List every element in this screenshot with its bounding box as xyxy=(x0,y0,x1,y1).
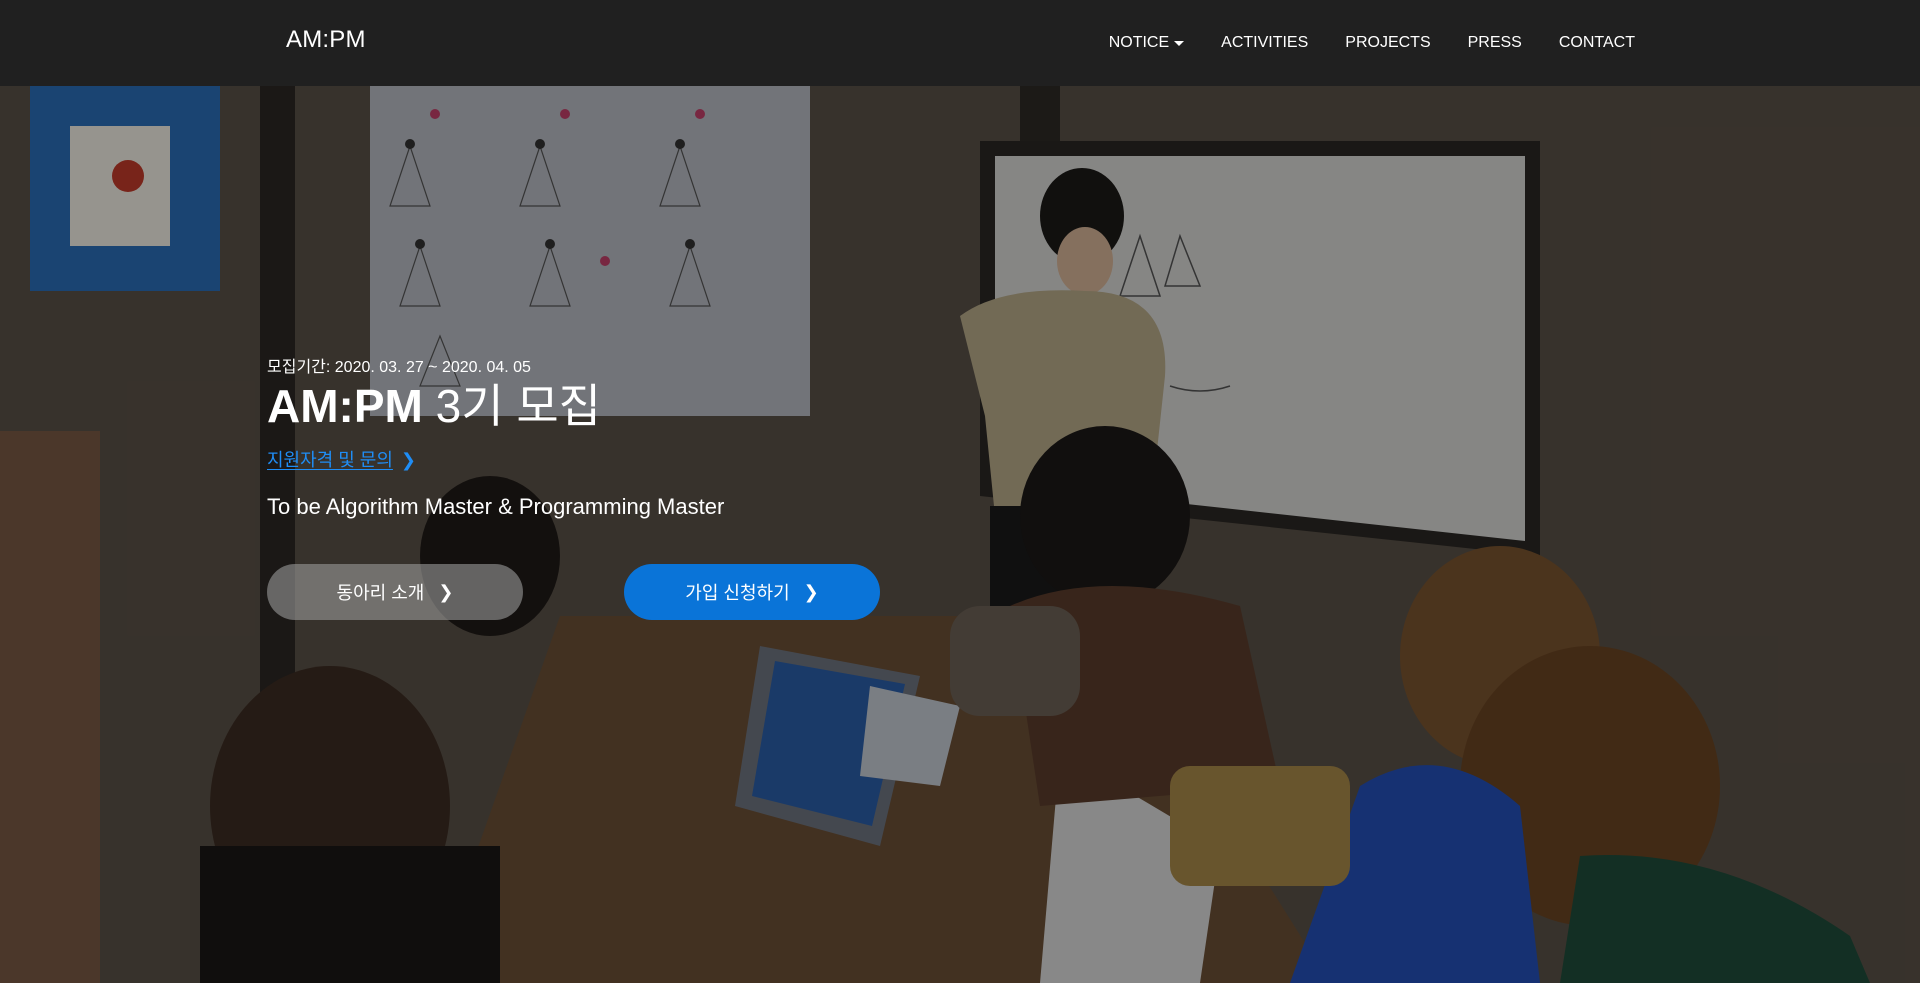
top-navbar: AM:PM NOTICE ACTIVITIES PROJECTS PRESS C… xyxy=(0,0,1920,86)
nav-item-label: ACTIVITIES xyxy=(1221,34,1309,51)
chevron-right-icon: ❯ xyxy=(400,450,417,470)
nav-item-activities[interactable]: ACTIVITIES xyxy=(1221,34,1308,52)
link-label: 지원자격 및 문의 xyxy=(267,450,393,470)
brand-logo-link[interactable]: AM:PM xyxy=(286,26,366,54)
hero-content: 모집기간: 2020. 03. 27 ~ 2020. 04. 05 AM:PM … xyxy=(267,86,1167,983)
chevron-right-icon: ❯ xyxy=(438,581,454,602)
nav-item-label: NOTICE xyxy=(1108,34,1170,51)
nav-item-notice[interactable]: NOTICE xyxy=(1108,34,1185,52)
nav-item-label: PROJECTS xyxy=(1345,34,1431,51)
nav-menu: NOTICE ACTIVITIES PROJECTS PRESS CONTACT xyxy=(1072,0,1635,86)
hero-tagline: To be Algorithm Master & Programming Mas… xyxy=(267,494,725,519)
headline-recruit: 3기 모집 xyxy=(435,380,601,432)
headline-brand: AM:PM xyxy=(267,380,423,432)
chevron-right-icon: ❯ xyxy=(803,581,819,602)
caret-down-icon xyxy=(1174,40,1185,46)
nav-item-label: PRESS xyxy=(1467,34,1522,51)
qualification-inquiry-link[interactable]: 지원자격 및 문의 ❯ xyxy=(267,446,416,472)
button-label: 동아리 소개 xyxy=(336,583,425,603)
nav-item-label: CONTACT xyxy=(1558,34,1635,51)
nav-item-press[interactable]: PRESS xyxy=(1468,34,1522,52)
hero-headline: AM:PM 3기 모집 xyxy=(267,378,601,434)
club-intro-button[interactable]: 동아리 소개 ❯ xyxy=(267,564,523,620)
button-label: 가입 신청하기 xyxy=(685,583,790,603)
recruitment-period: 모집기간: 2020. 03. 27 ~ 2020. 04. 05 xyxy=(267,359,531,376)
nav-item-projects[interactable]: PROJECTS xyxy=(1345,34,1430,52)
nav-item-contact[interactable]: CONTACT xyxy=(1559,34,1635,52)
hero-section: 모집기간: 2020. 03. 27 ~ 2020. 04. 05 AM:PM … xyxy=(0,86,1920,983)
join-apply-button[interactable]: 가입 신청하기 ❯ xyxy=(624,564,880,620)
